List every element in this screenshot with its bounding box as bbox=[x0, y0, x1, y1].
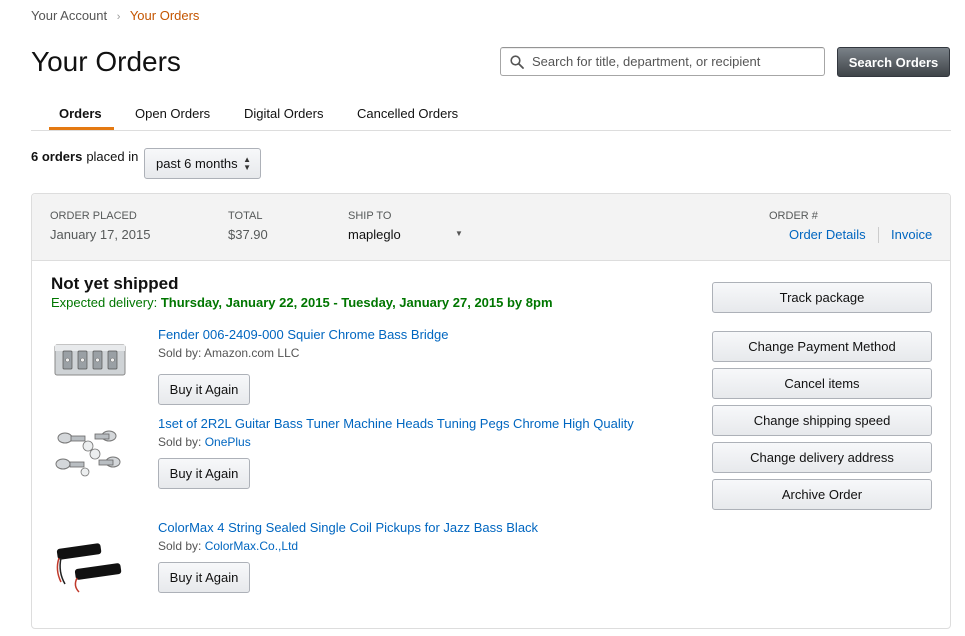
breadcrumb-your-account[interactable]: Your Account bbox=[31, 8, 107, 23]
shipment-status: Not yet shipped bbox=[51, 274, 179, 293]
search-orders-button[interactable]: Search Orders bbox=[837, 47, 950, 77]
active-tab-underline bbox=[49, 127, 114, 130]
breadcrumb-separator: › bbox=[116, 11, 121, 23]
tab-cancelled-orders[interactable]: Cancelled Orders bbox=[357, 106, 458, 121]
tuning-pegs-image[interactable] bbox=[51, 424, 129, 484]
order-header: ORDER PLACED January 17, 2015 TOTAL $37.… bbox=[32, 194, 950, 261]
archive-order-button[interactable]: Archive Order bbox=[712, 479, 932, 510]
bass-bridge-image[interactable] bbox=[51, 331, 129, 391]
expected-delivery: Expected delivery: Thursday, January 22,… bbox=[51, 295, 553, 310]
placed-in-label: placed in bbox=[86, 149, 139, 164]
header-link-divider bbox=[878, 227, 879, 243]
item-title-link[interactable]: ColorMax 4 String Sealed Single Coil Pic… bbox=[158, 520, 538, 535]
time-period-dropdown[interactable]: past 6 months ▲ ▼ bbox=[144, 148, 261, 179]
change-delivery-address-button[interactable]: Change delivery address bbox=[712, 442, 932, 473]
pickups-image[interactable] bbox=[51, 536, 129, 596]
expected-delivery-label: Expected delivery: bbox=[51, 295, 158, 310]
ship-to-value[interactable]: mapleglo bbox=[348, 227, 401, 242]
buy-it-again-button[interactable]: Buy it Again bbox=[158, 562, 250, 593]
cancel-items-button[interactable]: Cancel items bbox=[712, 368, 932, 399]
item-title-link[interactable]: 1set of 2R2L Guitar Bass Tuner Machine H… bbox=[158, 416, 634, 431]
breadcrumb-current: Your Orders bbox=[129, 8, 200, 23]
order-card: ORDER PLACED January 17, 2015 TOTAL $37.… bbox=[31, 193, 951, 629]
item-seller: Sold by: ColorMax.Co.,Ltd bbox=[158, 539, 298, 553]
order-placed-label: ORDER PLACED bbox=[50, 210, 137, 222]
tab-orders[interactable]: Orders bbox=[59, 106, 102, 121]
order-count: 6 orders bbox=[31, 149, 83, 164]
seller-link[interactable]: OnePlus bbox=[205, 435, 251, 449]
buy-it-again-button[interactable]: Buy it Again bbox=[158, 458, 250, 489]
sold-by-label: Sold by: bbox=[158, 346, 202, 360]
total-value: $37.90 bbox=[228, 227, 268, 242]
ship-to-label: SHIP TO bbox=[348, 210, 392, 222]
page-title: Your Orders bbox=[31, 46, 181, 77]
breadcrumb: Your Account › Your Orders bbox=[31, 8, 199, 23]
ship-to-caret-icon[interactable]: ▼ bbox=[455, 229, 463, 238]
invoice-link[interactable]: Invoice bbox=[891, 227, 932, 242]
item-title-link[interactable]: Fender 006-2409-000 Squier Chrome Bass B… bbox=[158, 327, 449, 342]
change-payment-method-button[interactable]: Change Payment Method bbox=[712, 331, 932, 362]
sold-by-label: Sold by: bbox=[158, 435, 202, 449]
item-seller: Sold by: OnePlus bbox=[158, 435, 251, 449]
item-seller: Sold by: Amazon.com LLC bbox=[158, 346, 299, 360]
buy-it-again-button[interactable]: Buy it Again bbox=[158, 374, 250, 405]
seller-name: Amazon.com LLC bbox=[204, 346, 300, 360]
track-package-button[interactable]: Track package bbox=[712, 282, 932, 313]
seller-link[interactable]: ColorMax.Co.,Ltd bbox=[205, 539, 298, 553]
tab-open-orders[interactable]: Open Orders bbox=[135, 106, 210, 121]
tab-digital-orders[interactable]: Digital Orders bbox=[244, 106, 323, 121]
order-placed-value: January 17, 2015 bbox=[50, 227, 151, 242]
search-icon bbox=[510, 54, 524, 69]
time-period-value: past 6 months bbox=[156, 156, 238, 171]
sold-by-label: Sold by: bbox=[158, 539, 202, 553]
order-number-label: ORDER # bbox=[769, 210, 818, 222]
total-label: TOTAL bbox=[228, 210, 263, 222]
order-tabs: Orders Open Orders Digital Orders Cancel… bbox=[31, 96, 951, 131]
order-details-link[interactable]: Order Details bbox=[789, 227, 866, 242]
change-shipping-speed-button[interactable]: Change shipping speed bbox=[712, 405, 932, 436]
up-down-caret-icon: ▲ ▼ bbox=[243, 155, 251, 172]
search-box[interactable] bbox=[500, 47, 825, 76]
expected-delivery-dates: Thursday, January 22, 2015 - Tuesday, Ja… bbox=[160, 295, 553, 310]
orders-filter: 6 orders placed in bbox=[31, 149, 138, 164]
search-input[interactable] bbox=[530, 48, 824, 75]
